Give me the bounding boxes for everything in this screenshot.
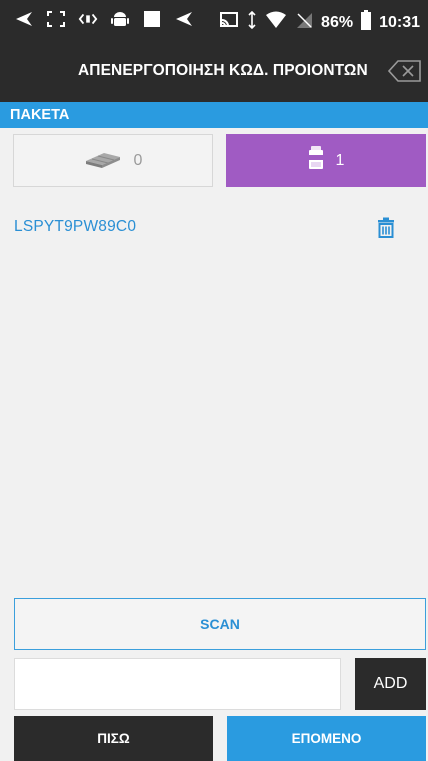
screen-expand-icon bbox=[46, 9, 66, 29]
back-arrow-icon bbox=[174, 9, 194, 29]
packages-count: 0 bbox=[133, 151, 143, 169]
clock-time: 10:31 bbox=[379, 13, 420, 31]
status-bar-left-icons bbox=[14, 9, 194, 29]
cigarette-pack-icon bbox=[308, 146, 324, 175]
scan-button[interactable]: SCAN bbox=[14, 598, 426, 650]
section-header: ΠΑΚΕΤΑ bbox=[0, 102, 428, 128]
square-icon bbox=[142, 9, 162, 29]
signal-icon bbox=[295, 11, 313, 34]
data-transfer-icon bbox=[247, 10, 257, 34]
sound-icon bbox=[78, 9, 98, 29]
code-input[interactable] bbox=[14, 658, 341, 710]
delete-button[interactable] bbox=[376, 217, 396, 239]
cigarettes-tab[interactable]: 1 bbox=[226, 134, 426, 187]
product-code: LSPYT9PW89C0 bbox=[14, 218, 137, 235]
battery-icon bbox=[361, 10, 372, 35]
cigarettes-count: 1 bbox=[335, 151, 345, 169]
app-screen: 86% 10:31 ΑΠΕΝΕΡΓΟΠΟΙΗΣΗ ΚΩΔ. ΠΡΟΙΟΝΤΩΝ … bbox=[0, 0, 428, 761]
page-title: ΑΠΕΝΕΡΓΟΠΟΙΗΣΗ ΚΩΔ. ΠΡΟΙΟΝΤΩΝ bbox=[78, 62, 368, 79]
list-item: LSPYT9PW89C0 bbox=[14, 212, 414, 242]
add-button[interactable]: ADD bbox=[355, 658, 426, 710]
status-bar: 86% 10:31 bbox=[0, 0, 428, 40]
next-button[interactable]: ΕΠΟΜΕΝΟ bbox=[227, 716, 426, 761]
battery-percent: 86% bbox=[321, 13, 354, 31]
back-button[interactable]: ΠΙΣΩ bbox=[14, 716, 213, 761]
wifi-icon bbox=[265, 11, 287, 34]
android-icon bbox=[110, 9, 130, 29]
packages-tab[interactable]: 0 bbox=[13, 134, 213, 187]
back-arrow-icon bbox=[14, 9, 34, 29]
trash-icon bbox=[378, 217, 394, 238]
toolbar: ΑΠΕΝΕΡΓΟΠΟΙΗΣΗ ΚΩΔ. ΠΡΟΙΟΝΤΩΝ bbox=[0, 40, 428, 102]
package-icon bbox=[84, 147, 122, 174]
cast-icon bbox=[219, 11, 239, 34]
backspace-clear-icon bbox=[387, 60, 421, 82]
status-bar-right: 86% 10:31 bbox=[219, 10, 420, 35]
clear-button[interactable] bbox=[387, 60, 422, 82]
